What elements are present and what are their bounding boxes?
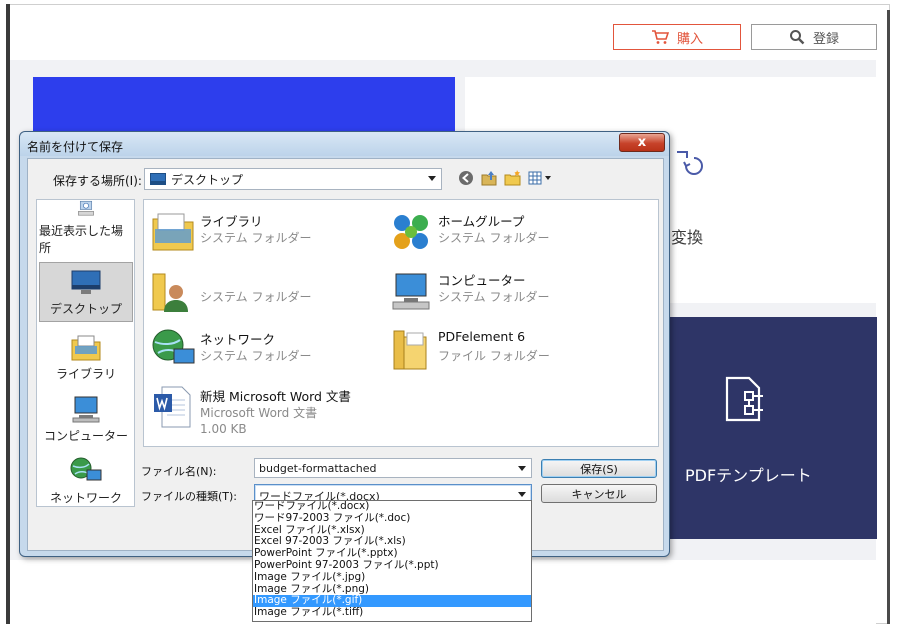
file-type: ファイル フォルダー <box>438 349 550 363</box>
word-document-icon <box>154 386 191 428</box>
desktop-small-icon <box>150 173 166 185</box>
cart-icon <box>651 30 669 44</box>
file-item[interactable]: PDFelement 6 ファイル フォルダー <box>386 323 616 379</box>
library-folder-icon <box>152 213 194 251</box>
dialog-toolbar <box>458 167 554 189</box>
filetype-dropdown-list: ワードファイル(*.docx) ワード97-2003 ファイル(*.doc) E… <box>252 500 532 622</box>
save-button[interactable]: 保存(S) <box>541 459 657 478</box>
place-recent[interactable]: 最近表示した場所 <box>39 200 133 260</box>
buy-button[interactable]: 購入 <box>613 24 741 50</box>
network-icon <box>70 457 102 481</box>
filetype-option[interactable]: ワード97-2003 ファイル(*.doc) <box>253 512 531 525</box>
view-menu-icon[interactable] <box>528 170 554 186</box>
file-type: システム フォルダー <box>200 231 312 245</box>
window-scrollbar[interactable] <box>887 10 890 624</box>
chevron-down-icon[interactable] <box>518 492 526 497</box>
file-name: ライブラリ <box>200 214 263 229</box>
save-as-dialog: 名前を付けて保存 x 保存する場所(I): デスクトップ 最近表示した場所 デス… <box>19 131 670 557</box>
filetype-option[interactable]: Image ファイル(*.jpg) <box>253 571 531 584</box>
desktop-icon <box>71 270 101 294</box>
file-type: システム フォルダー <box>200 290 312 304</box>
dialog-title: 名前を付けて保存 <box>27 140 124 154</box>
back-icon[interactable] <box>458 170 474 186</box>
filetype-option[interactable]: Image ファイル(*.tiff) <box>253 606 531 619</box>
filename-value: budget-formattached <box>259 462 377 475</box>
place-library[interactable]: ライブラリ <box>39 326 133 386</box>
user-folder-icon <box>152 273 188 312</box>
save-location-value: デスクトップ <box>171 172 244 187</box>
cancel-button[interactable]: キャンセル <box>541 484 657 503</box>
dialog-body: 保存する場所(I): デスクトップ 最近表示した場所 デスクトップ ライブラリ … <box>27 158 664 551</box>
save-location-combobox[interactable]: デスクトップ <box>144 168 442 190</box>
file-type: システム フォルダー <box>438 290 550 304</box>
place-desktop[interactable]: デスクトップ <box>39 262 133 322</box>
convert-icon <box>677 151 703 175</box>
library-icon <box>71 335 101 361</box>
computer-icon <box>72 396 100 423</box>
file-item[interactable]: コンピューター システム フォルダー <box>386 264 616 320</box>
place-label: デスクトップ <box>49 302 122 316</box>
save-location-label: 保存する場所(I): <box>53 174 142 188</box>
filetype-label: ファイルの種類(T): <box>141 490 238 503</box>
login-label: 登録 <box>812 31 839 47</box>
file-item[interactable]: ネットワーク システム フォルダー <box>148 323 378 379</box>
place-label: 最近表示した場所 <box>39 224 124 255</box>
file-type: Microsoft Word 文書 <box>200 406 318 420</box>
homegroup-icon <box>394 215 428 249</box>
feature-card-blue[interactable] <box>33 77 455 137</box>
file-name: ホームグループ <box>438 214 525 229</box>
close-icon: x <box>637 135 647 150</box>
file-name: ネットワーク <box>200 332 276 347</box>
chevron-down-icon[interactable] <box>518 466 526 471</box>
login-button[interactable]: 登録 <box>751 24 877 50</box>
close-button[interactable]: x <box>619 133 665 152</box>
file-type: システム フォルダー <box>438 231 550 245</box>
file-list: ライブラリ システム フォルダー ホームグループ システム フォルダー システム… <box>143 199 659 447</box>
file-size: 1.00 KB <box>200 422 247 436</box>
recent-places-icon <box>78 200 94 216</box>
buy-label: 購入 <box>676 31 703 47</box>
file-name: PDFelement 6 <box>438 329 526 344</box>
place-label: ライブラリ <box>55 367 116 381</box>
file-item[interactable]: システム フォルダー <box>148 264 378 320</box>
file-item[interactable]: 新規 Microsoft Word 文書 Microsoft Word 文書 1… <box>148 380 378 446</box>
place-network[interactable]: ネットワーク <box>39 450 133 510</box>
filename-label: ファイル名(N): <box>141 465 217 478</box>
dialog-titlebar[interactable]: 名前を付けて保存 x <box>20 132 669 156</box>
new-folder-icon[interactable] <box>504 169 522 187</box>
file-type: システム フォルダー <box>200 349 312 363</box>
file-item[interactable]: ホームグループ システム フォルダー <box>386 205 616 261</box>
place-label: ネットワーク <box>49 491 122 505</box>
feature-card-template[interactable] <box>665 317 877 539</box>
place-computer[interactable]: コンピューター <box>39 388 133 448</box>
file-name: 新規 Microsoft Word 文書 <box>200 389 351 404</box>
computer-icon <box>392 273 430 310</box>
convert-label: 変換 <box>671 228 704 247</box>
places-bar: 最近表示した場所 デスクトップ ライブラリ コンピューター ネットワーク <box>36 199 135 507</box>
template-label: PDFテンプレート <box>685 466 812 485</box>
file-name: コンピューター <box>438 273 526 288</box>
search-icon <box>789 30 805 45</box>
filetype-option[interactable]: PowerPoint 97-2003 ファイル(*.ppt) <box>253 559 531 572</box>
cancel-label: キャンセル <box>571 487 627 501</box>
chevron-down-icon <box>428 176 436 181</box>
file-item[interactable]: ライブラリ システム フォルダー <box>148 205 378 261</box>
network-icon <box>152 329 195 364</box>
place-label: コンピューター <box>43 429 128 443</box>
save-label: 保存(S) <box>580 462 618 476</box>
filename-input[interactable]: budget-formattached <box>254 458 532 478</box>
window-left-border <box>6 4 10 624</box>
up-folder-icon[interactable] <box>480 169 498 187</box>
folder-icon <box>393 330 427 370</box>
template-icon <box>725 376 763 422</box>
